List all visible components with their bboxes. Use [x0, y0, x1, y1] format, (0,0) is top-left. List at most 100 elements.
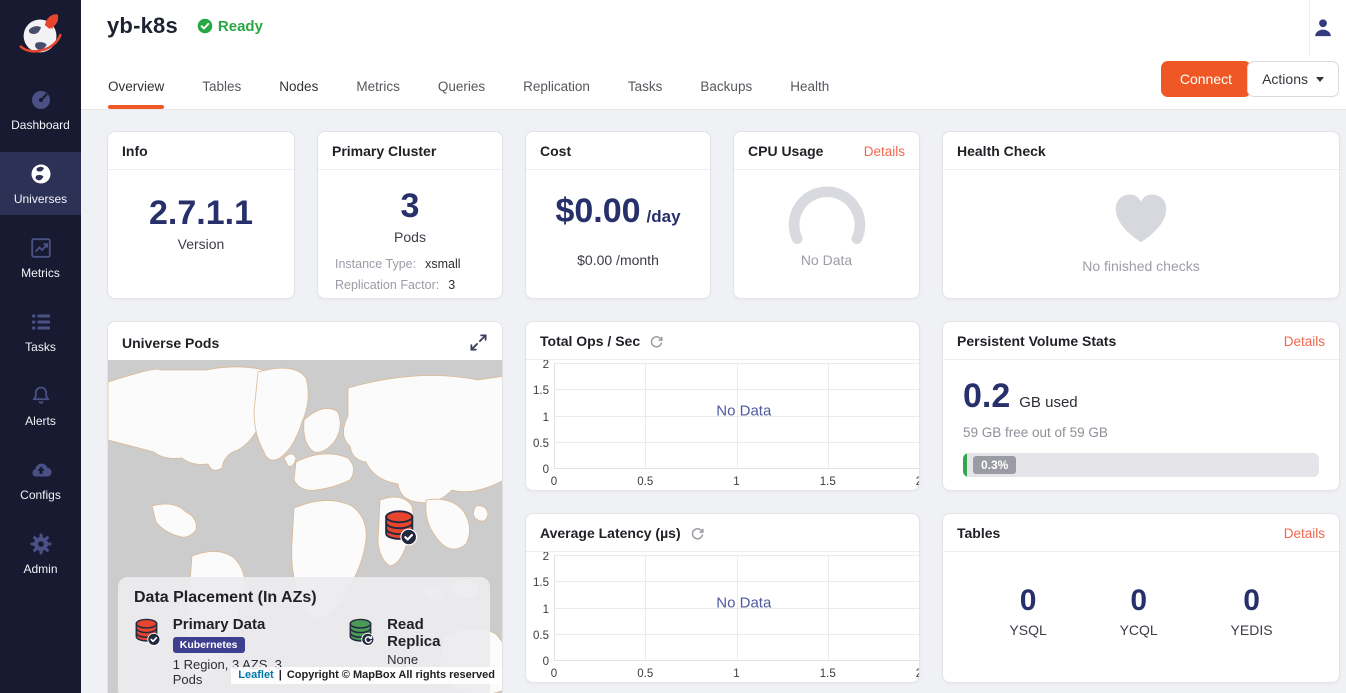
- admin-gear-icon: [29, 532, 53, 556]
- status-label: Ready: [218, 18, 263, 35]
- card-title: Cost: [540, 143, 571, 159]
- sidebar-item-label: Admin: [23, 562, 57, 576]
- tab-tasks[interactable]: Tasks: [628, 79, 663, 109]
- sidebar-item-metrics[interactable]: Metrics: [0, 226, 81, 289]
- gridline-v: [828, 556, 829, 661]
- ysql-count: 0: [1009, 584, 1046, 618]
- gauge-arc-icon: [780, 186, 874, 248]
- sidebar-item-universes[interactable]: Universes: [0, 152, 81, 215]
- world-map[interactable]: Data Placement (In AZs): [108, 360, 502, 693]
- tab-nodes[interactable]: Nodes: [279, 79, 318, 109]
- card-title: Universe Pods: [122, 335, 219, 351]
- sidebar: Dashboard Universes Metrics Tasks Alerts: [0, 0, 81, 693]
- sidebar-item-admin[interactable]: Admin: [0, 522, 81, 585]
- info-card: Info 2.7.1.1 Version: [107, 131, 295, 299]
- chart-title: Average Latency (µs): [540, 525, 681, 541]
- ycql-stat: 0 YCQL: [1120, 584, 1158, 638]
- kubernetes-badge: Kubernetes: [173, 637, 245, 653]
- x-tick-label: 0: [551, 476, 557, 488]
- actions-button[interactable]: Actions: [1247, 61, 1339, 97]
- volume-usage-bar: 0.3%: [963, 453, 1319, 477]
- pods-label: Pods: [318, 229, 502, 245]
- gb-used-value: 0.2: [963, 377, 1010, 416]
- sidebar-item-label: Universes: [14, 192, 67, 206]
- yedis-label: YEDIS: [1231, 622, 1273, 638]
- expand-icon[interactable]: [469, 333, 488, 352]
- universe-tabs: Overview Tables Nodes Metrics Queries Re…: [108, 79, 829, 109]
- yugabyte-planet-rocket-logo-icon: [12, 6, 70, 64]
- persistent-volume-card: Persistent Volume Stats Details 0.2 GB u…: [942, 321, 1340, 491]
- metrics-chart-icon: [29, 236, 53, 260]
- attribution-copyright: Copyright © MapBox All rights reserved: [287, 669, 495, 681]
- read-replica-label: Read Replica: [387, 616, 474, 650]
- map-attribution: Leaflet | Copyright © MapBox All rights …: [231, 667, 502, 684]
- tab-metrics[interactable]: Metrics: [356, 79, 400, 109]
- card-title: CPU Usage: [748, 143, 823, 159]
- volume-usage-fill: [963, 453, 967, 477]
- sidebar-item-tasks[interactable]: Tasks: [0, 300, 81, 363]
- tables-details-link[interactable]: Details: [1284, 526, 1325, 541]
- replication-factor-row: Replication Factor: 3: [335, 278, 485, 292]
- app-logo[interactable]: [0, 0, 81, 70]
- sidebar-item-label: Configs: [20, 488, 61, 502]
- gridline-v: [828, 364, 829, 469]
- legend-title: Data Placement (In AZs): [134, 589, 474, 607]
- tab-health[interactable]: Health: [790, 79, 829, 109]
- overview-content: Info 2.7.1.1 Version Primary Cluster 3 P…: [81, 110, 1346, 693]
- sidebar-item-alerts[interactable]: Alerts: [0, 374, 81, 437]
- sidebar-nav: Dashboard Universes Metrics Tasks Alerts: [0, 78, 81, 596]
- tab-tables[interactable]: Tables: [202, 79, 241, 109]
- tab-replication[interactable]: Replication: [523, 79, 590, 109]
- tab-queries[interactable]: Queries: [438, 79, 485, 109]
- instance-type-value: xsmall: [425, 257, 460, 271]
- free-space-text: 59 GB free out of 59 GB: [963, 425, 1319, 440]
- tasks-list-icon: [29, 310, 53, 334]
- tab-overview[interactable]: Overview: [108, 79, 164, 109]
- gb-used-unit: GB used: [1019, 394, 1077, 411]
- primary-data-label: Primary Data: [173, 616, 305, 633]
- ycql-label: YCQL: [1120, 622, 1158, 638]
- cost-per-day: $0.00/day: [526, 192, 710, 231]
- primary-data-database-marker[interactable]: [383, 509, 419, 552]
- universe-header: yb-k8s Ready Overview Tables Nodes Metri…: [81, 0, 1346, 110]
- x-tick-label: 0: [551, 668, 557, 680]
- y-tick-label: 2: [526, 360, 549, 371]
- ysql-label: YSQL: [1009, 622, 1046, 638]
- card-title: Info: [122, 143, 148, 159]
- gridline-v: [645, 364, 646, 469]
- total-ops-chart-card: Total Ops / Sec 00.511.5200.511.52No Dat…: [525, 321, 920, 491]
- user-profile-icon[interactable]: [1310, 15, 1336, 46]
- tab-backups[interactable]: Backups: [700, 79, 752, 109]
- avg-latency-chart-card: Average Latency (µs) 00.511.5200.511.52N…: [525, 513, 920, 683]
- leaflet-link[interactable]: Leaflet: [238, 669, 273, 681]
- dashboard-gauge-icon: [29, 88, 53, 112]
- ready-check-icon: [197, 18, 213, 34]
- cpu-details-link[interactable]: Details: [864, 144, 905, 159]
- cost-per-month: $0.00 /month: [526, 252, 710, 268]
- refresh-icon[interactable]: [649, 334, 664, 349]
- attribution-separator: |: [279, 669, 282, 681]
- ysql-stat: 0 YSQL: [1009, 584, 1046, 638]
- tables-card: Tables Details 0 YSQL 0 YCQL 0 YEDIS: [942, 513, 1340, 683]
- primary-cluster-card: Primary Cluster 3 Pods Instance Type: xs…: [317, 131, 503, 299]
- cost-day-value: $0.00: [555, 192, 640, 230]
- sidebar-item-label: Tasks: [25, 340, 56, 354]
- x-tick-label: 1.5: [820, 668, 836, 680]
- sidebar-item-dashboard[interactable]: Dashboard: [0, 78, 81, 141]
- volume-details-link[interactable]: Details: [1284, 334, 1325, 349]
- cpu-no-data: No Data: [801, 252, 852, 268]
- actions-label: Actions: [1262, 71, 1308, 87]
- connect-button[interactable]: Connect: [1161, 61, 1251, 97]
- cost-card: Cost $0.00/day $0.00 /month: [525, 131, 711, 299]
- refresh-icon[interactable]: [690, 526, 705, 541]
- yedis-count: 0: [1231, 584, 1273, 618]
- chart-title: Total Ops / Sec: [540, 333, 640, 349]
- status-badge: Ready: [197, 18, 263, 35]
- x-tick-label: 1.5: [820, 476, 836, 488]
- y-tick-label: 2: [526, 552, 549, 563]
- y-tick-label: 0.5: [526, 630, 549, 642]
- gridline-v: [645, 556, 646, 661]
- sidebar-item-configs[interactable]: Configs: [0, 448, 81, 511]
- cpu-usage-card: CPU Usage Details No Data: [733, 131, 920, 299]
- read-replica-detail: None: [387, 652, 474, 667]
